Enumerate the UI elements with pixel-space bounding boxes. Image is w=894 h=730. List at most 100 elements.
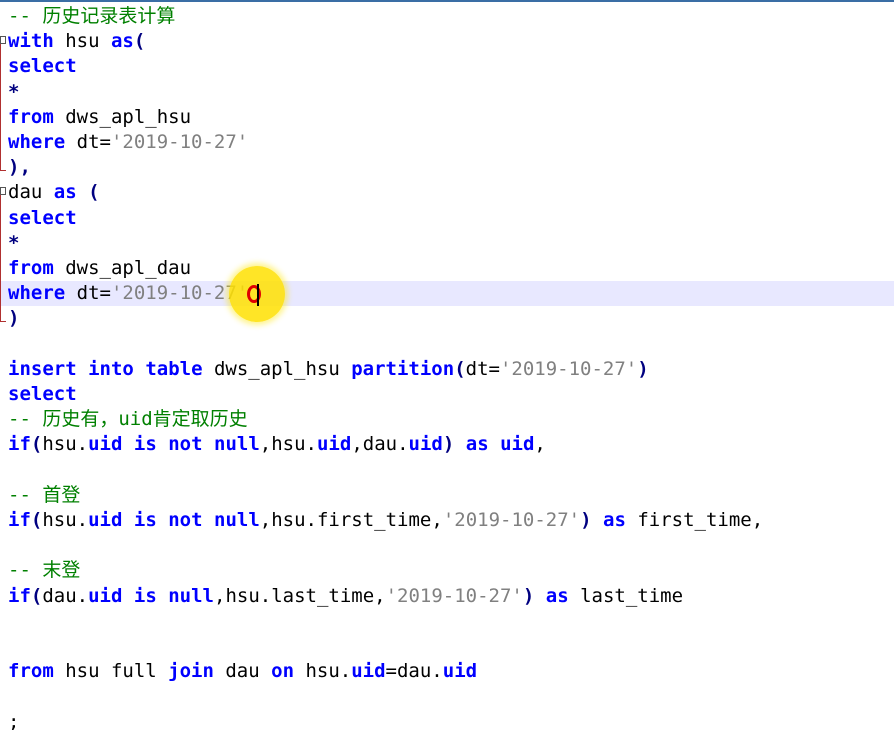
text-caret — [257, 284, 259, 306]
plain-token: dws_apl_dau — [53, 257, 192, 279]
fold-toggle-hsu[interactable] — [0, 36, 6, 44]
keyword-token: into — [88, 357, 134, 380]
operator-token: ) — [442, 433, 455, 456]
operator-token: * — [8, 80, 20, 103]
plain-token: last_time — [568, 584, 684, 607]
plain-token: hsu full — [53, 660, 169, 683]
plain-token: hsu. — [42, 509, 89, 531]
plain-token: hsu. — [42, 433, 89, 456]
code-line[interactable] — [0, 458, 894, 483]
keyword-token: join — [168, 660, 214, 683]
code-line[interactable]: if(hsu.uid is not null,hsu.first_time,'2… — [0, 508, 894, 533]
code-line[interactable] — [0, 634, 894, 659]
keyword-token: with — [8, 30, 54, 53]
fold-toggle-dau[interactable] — [0, 187, 6, 195]
plain-token: dau — [213, 660, 272, 683]
keyword-token: as — [110, 30, 134, 53]
code-line[interactable] — [0, 332, 894, 357]
code-line[interactable]: from dws_apl_hsu — [0, 105, 894, 130]
keyword-token: uid — [408, 433, 443, 456]
operator-token: ) — [637, 357, 649, 380]
plain-token: , — [534, 433, 546, 456]
keyword-token: if — [8, 584, 31, 607]
keyword-token: as — [465, 433, 489, 456]
comment-token: -- 首登 — [8, 483, 81, 506]
string-token: '2019-10-27' — [385, 584, 523, 607]
keyword-token: as — [603, 509, 626, 531]
code-line[interactable]: * — [0, 80, 894, 105]
keyword-token: null — [168, 584, 214, 607]
operator-token: ( — [30, 584, 43, 607]
plain-token: first_time, — [625, 509, 764, 531]
keyword-token: uid — [88, 584, 123, 607]
plain-token: dws_apl_hsu — [53, 105, 192, 128]
plain-token: ,hsu.last_time, — [214, 584, 386, 607]
keyword-token: select — [8, 206, 77, 229]
comment-token: -- 历史记录表计算 — [8, 5, 176, 27]
code-line[interactable]: insert into table dws_apl_hsu partition(… — [0, 357, 894, 382]
keyword-token: null — [214, 509, 260, 531]
code-line[interactable]: ), — [0, 155, 894, 180]
comment-token: -- 历史有，uid肯定取历史 — [8, 408, 248, 431]
code-line[interactable]: -- 首登 — [0, 483, 894, 508]
code-line[interactable] — [0, 533, 894, 558]
keyword-token: as — [53, 181, 77, 204]
keyword-token: uid — [88, 509, 123, 531]
code-line[interactable]: if(hsu.uid is not null,hsu.uid,dau.uid) … — [0, 432, 894, 457]
operator-token: ) — [8, 307, 20, 330]
code-line[interactable]: ) — [0, 306, 894, 331]
keyword-token: select — [8, 55, 77, 78]
plain-token: =dau. — [385, 660, 443, 683]
fold-range-hsu — [0, 39, 6, 171]
code-line[interactable]: if(dau.uid is null,hsu.last_time,'2019-1… — [0, 584, 894, 609]
keyword-token: on — [271, 660, 295, 683]
keyword-token: is — [133, 509, 157, 531]
plain-token: dws_apl_hsu — [202, 357, 352, 380]
keyword-token: where — [8, 131, 66, 153]
code-line[interactable]: from dws_apl_dau — [0, 256, 894, 281]
plain-token: hsu. — [294, 660, 352, 683]
operator-token: ( — [454, 357, 466, 380]
code-line[interactable]: select — [0, 382, 894, 407]
plain-token: ; — [8, 710, 20, 730]
string-token: '2019-10-27' — [110, 282, 249, 305]
operator-token: ( — [88, 181, 100, 204]
plain-token: dau — [8, 181, 54, 204]
plain-token: dt= — [65, 282, 111, 305]
code-line[interactable]: dau as ( — [0, 180, 894, 205]
keyword-token: from — [8, 105, 54, 128]
keyword-token: is — [133, 584, 157, 607]
code-line[interactable] — [0, 609, 894, 634]
code-line[interactable] — [0, 684, 894, 709]
code-line[interactable]: where dt='2019-10-27' — [0, 130, 894, 155]
keyword-token: uid — [351, 660, 386, 683]
plain-token: ,hsu.first_time, — [259, 509, 443, 531]
code-line[interactable]: -- 历史有，uid肯定取历史 — [0, 407, 894, 432]
code-line[interactable]: * — [0, 231, 894, 256]
code-line[interactable]: from hsu full join dau on hsu.uid=dau.ui… — [0, 659, 894, 684]
operator-token: * — [8, 231, 20, 254]
code-line[interactable]: -- 末登 — [0, 558, 894, 583]
code-line[interactable]: ; — [0, 710, 894, 730]
operator-token: ) — [580, 509, 592, 531]
code-editor[interactable]: -- 历史记录表计算 with hsu as(select * from dws_ap… — [0, 0, 894, 730]
keyword-token: not — [168, 433, 203, 456]
code-line[interactable]: with hsu as( — [0, 29, 894, 54]
code-line[interactable]: -- 历史记录表计算 — [0, 4, 894, 29]
code-line[interactable]: select — [0, 54, 894, 79]
window-top-border — [0, 0, 894, 2]
code-line[interactable]: select — [0, 206, 894, 231]
operator-token: ), — [8, 156, 31, 179]
code-line[interactable]: where dt='2019-10-27' — [0, 281, 894, 307]
plain-token: dau. — [42, 584, 89, 607]
